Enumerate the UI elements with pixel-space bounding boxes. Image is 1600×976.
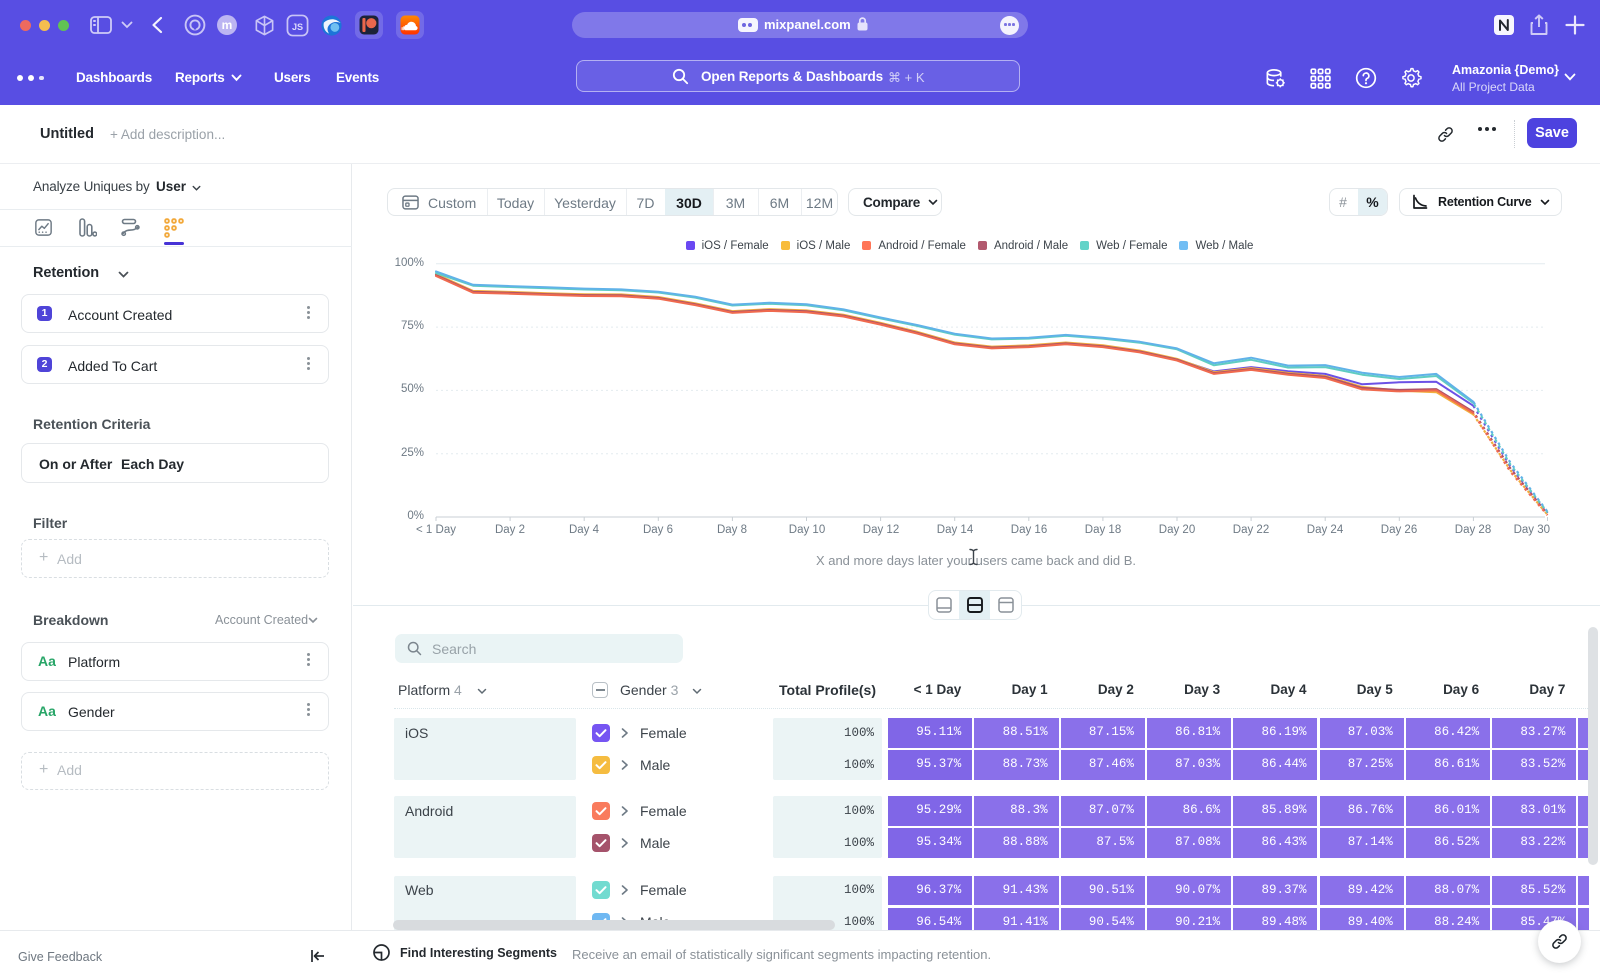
svg-text:JS: JS	[292, 22, 303, 32]
